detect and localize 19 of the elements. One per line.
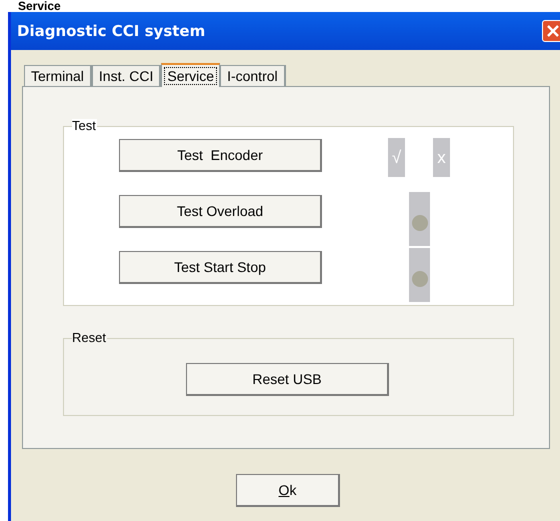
pass-indicator: √ xyxy=(388,138,405,177)
fail-indicator: x xyxy=(433,138,450,177)
ok-button[interactable]: Ok xyxy=(236,474,340,507)
test-button[interactable]: Test Overload xyxy=(119,195,322,228)
test-button[interactable]: Test Encoder xyxy=(119,139,322,172)
status-lamp-icon xyxy=(409,248,430,302)
tab[interactable]: I-control xyxy=(220,65,286,86)
tab[interactable]: Service xyxy=(161,63,220,87)
page-heading: Service xyxy=(18,0,61,12)
group-title: Reset xyxy=(72,331,107,345)
window-title: Diagnostic CCI system xyxy=(17,20,206,42)
tab[interactable]: Inst. CCI xyxy=(92,65,162,86)
status-lamp-icon xyxy=(409,192,430,246)
test-button[interactable]: Test Start Stop xyxy=(119,251,322,284)
tab[interactable]: Terminal xyxy=(24,65,92,86)
close-icon xyxy=(547,25,559,37)
group-title: Test xyxy=(72,119,97,133)
close-button[interactable] xyxy=(542,20,560,42)
reset-usb-button[interactable]: Reset USB xyxy=(186,363,389,396)
